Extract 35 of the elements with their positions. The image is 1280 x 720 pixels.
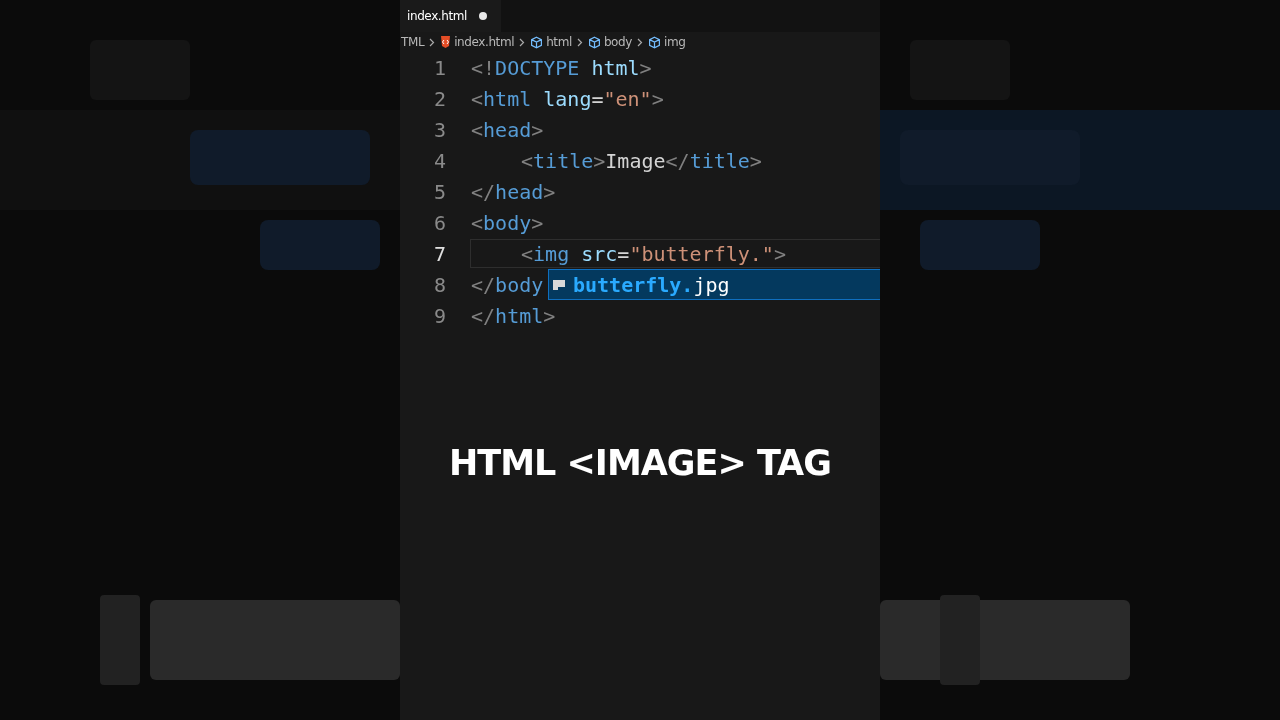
breadcrumb-item[interactable]: TML: [401, 35, 425, 49]
chevron-icon: [519, 37, 526, 47]
line-number: 9: [432, 303, 446, 328]
breadcrumb-item[interactable]: html: [546, 35, 572, 49]
editor-tab[interactable]: index.html: [400, 0, 501, 32]
code-line: </body: [471, 271, 544, 299]
suggestion-item[interactable]: butterfly.jpg: [548, 269, 880, 300]
symbol-icon: [553, 279, 565, 290]
line-number: 5: [432, 179, 446, 204]
code-line: <!DOCTYPE html>: [471, 54, 652, 82]
code-line: </html>: [471, 302, 556, 330]
chevron-icon: [429, 37, 436, 47]
line-number: 4: [432, 148, 446, 173]
code-line: <img src="butterfly.">: [520, 240, 786, 268]
chevron-icon: [576, 37, 583, 47]
breadcrumb-item[interactable]: body: [603, 35, 632, 49]
cube-icon: [587, 35, 601, 49]
cube-icon: [647, 35, 661, 49]
code-line: <title>Image</title>: [520, 147, 762, 175]
line-number: 8: [432, 272, 446, 297]
line-number: 2: [432, 86, 446, 111]
code-line: <head>: [471, 116, 544, 144]
chevron-icon: [636, 37, 643, 47]
line-number: 7: [432, 241, 446, 266]
cube-icon: [530, 35, 544, 49]
breadcrumb-item[interactable]: index.html: [454, 35, 515, 49]
line-number: 6: [432, 210, 446, 235]
line-number: 3: [432, 117, 446, 142]
code-line: <html lang="en">: [471, 85, 664, 113]
code-line: </head>: [471, 178, 556, 206]
html-file-icon: [440, 36, 452, 48]
code-line: <body>: [471, 209, 544, 237]
breadcrumb-item[interactable]: img: [663, 35, 686, 49]
line-number: 1: [432, 55, 446, 80]
caption: HTML <IMAGE> TAG: [448, 443, 832, 483]
